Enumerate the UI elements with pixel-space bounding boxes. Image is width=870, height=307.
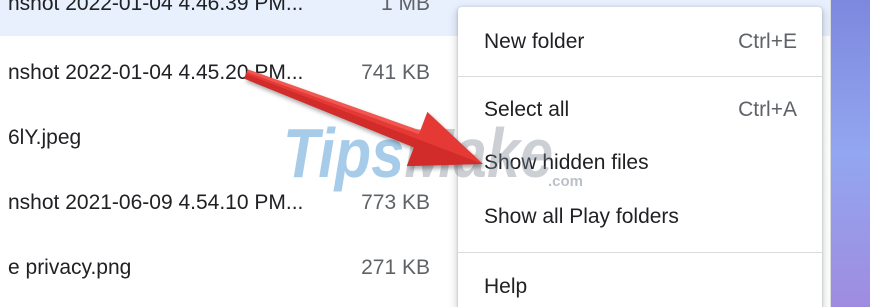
menu-divider	[458, 252, 822, 253]
menu-item-label: Show all Play folders	[484, 205, 679, 228]
menu-item-show-all-play-folders[interactable]: Show all Play folders	[458, 191, 822, 244]
file-size: 1 MB	[380, 0, 430, 15]
context-menu: New folder Ctrl+E Select all Ctrl+A Show…	[458, 7, 822, 307]
menu-item-label: New folder	[484, 30, 585, 53]
file-size: 271 KB	[361, 256, 430, 279]
menu-item-new-folder[interactable]: New folder Ctrl+E	[458, 16, 822, 69]
file-size: 773 KB	[361, 191, 430, 214]
file-name: nshot 2022-01-04 4.45.20 PM...	[8, 61, 304, 84]
desktop-wallpaper	[831, 0, 870, 307]
menu-item-help[interactable]: Help	[458, 268, 822, 306]
menu-item-label: Help	[484, 275, 528, 298]
file-size: 741 KB	[361, 61, 430, 84]
menu-item-label: Show hidden files	[484, 151, 649, 174]
menu-item-select-all[interactable]: Select all Ctrl+A	[458, 84, 822, 137]
menu-item-shortcut: Ctrl+E	[738, 30, 797, 53]
menu-item-show-hidden-files[interactable]: Show hidden files	[458, 137, 822, 190]
menu-item-label: Select all	[484, 98, 570, 121]
file-name: nshot 2022-01-04 4.46.39 PM...	[8, 0, 304, 15]
file-name: 6lY.jpeg	[8, 126, 82, 149]
screenshot: nshot 2022-01-04 4.46.39 PM... 1 MB nsho…	[0, 0, 870, 307]
menu-item-shortcut: Ctrl+A	[738, 98, 797, 121]
file-name: e privacy.png	[8, 256, 132, 279]
menu-divider	[458, 76, 822, 77]
file-name: nshot 2021-06-09 4.54.10 PM...	[8, 191, 304, 214]
